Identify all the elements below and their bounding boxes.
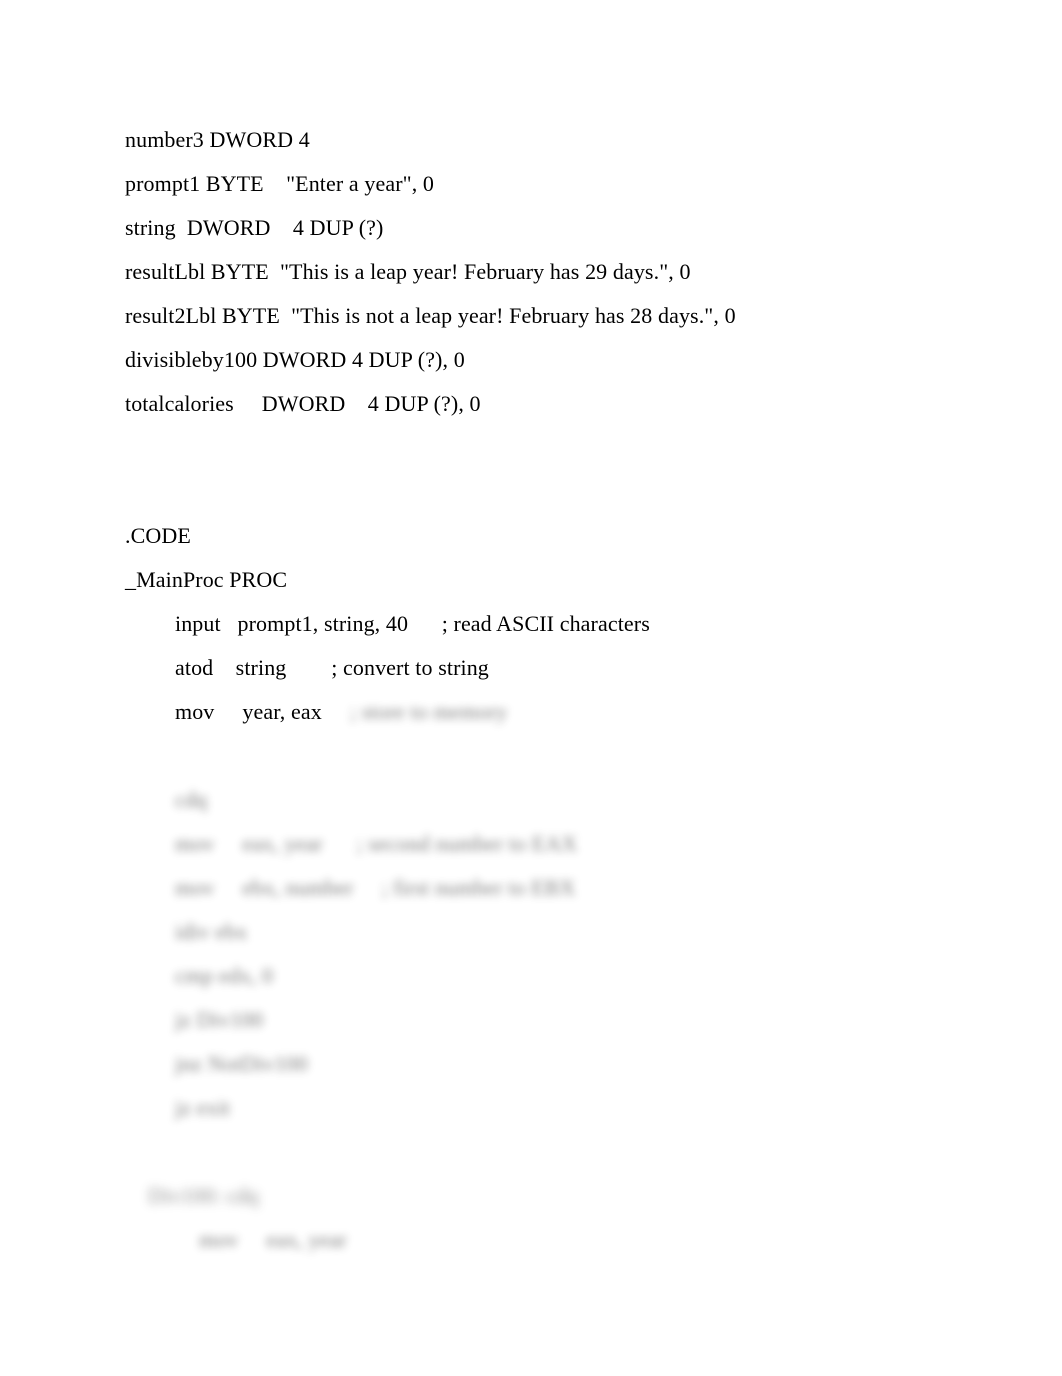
document-body: number3 DWORD 4 prompt1 BYTE "Enter a ye… [125,118,955,1262]
instruction-mov-year: mov year, eax ; store to memory [125,690,955,734]
instruction-atod-text: atod string [175,655,287,680]
code-directive: .CODE [125,523,191,548]
data-line-result2lbl: result2Lbl BYTE "This is not a leap year… [125,303,736,328]
obscured-line-mov-eax-year: mov eax, year ; second number to EAX [175,831,578,856]
obscured-line-mov-eax-year-2: mov eax, year [199,1227,347,1252]
data-line-totalcalories: totalcalories DWORD 4 DUP (?), 0 [125,391,481,416]
instruction-input-text: input prompt1, string, 40 [175,611,409,636]
obscured-line-jz-div100: jz Div100 [175,1007,264,1032]
instruction-input-gap [408,611,442,636]
data-line-string: string DWORD 4 DUP (?) [125,215,384,240]
data-line-resultlbl: resultLbl BYTE "This is a leap year! Feb… [125,259,691,284]
instruction-mov-year-text: mov year, eax [175,699,322,724]
instruction-input: input prompt1, string, 40 ; read ASCII c… [125,602,955,646]
instruction-mov-year-gap [322,699,350,724]
obscured-line-cmp: cmp edx, 0 [175,963,274,988]
instruction-atod-comment: ; convert to string [331,655,489,680]
obscured-label-div100: Div100: cdq [148,1183,259,1208]
obscured-line-jz-exit: jz exit [175,1095,231,1120]
data-line-prompt1: prompt1 BYTE "Enter a year", 0 [125,171,435,196]
proc-declaration: _MainProc PROC [125,567,288,592]
obscured-line-jnz-notdiv100: jnz NotDiv100 [175,1051,308,1076]
data-line-divisibleby100: divisibleby100 DWORD 4 DUP (?), 0 [125,347,465,372]
instruction-input-comment: ; read ASCII characters [441,611,650,636]
instruction-mov-year-comment-redacted: ; store to memory [349,699,508,724]
obscured-line-cdq: cdq [175,787,208,812]
instruction-atod-gap [286,655,331,680]
document-page: number3 DWORD 4 prompt1 BYTE "Enter a ye… [0,0,1062,1376]
data-line-number3: number3 DWORD 4 [125,127,310,152]
instruction-atod: atod string ; convert to string [125,646,955,690]
obscured-line-mov-ebx-number: mov ebx, number ; first number to EBX [175,875,576,900]
obscured-line-idiv: idiv ebx [175,919,248,944]
